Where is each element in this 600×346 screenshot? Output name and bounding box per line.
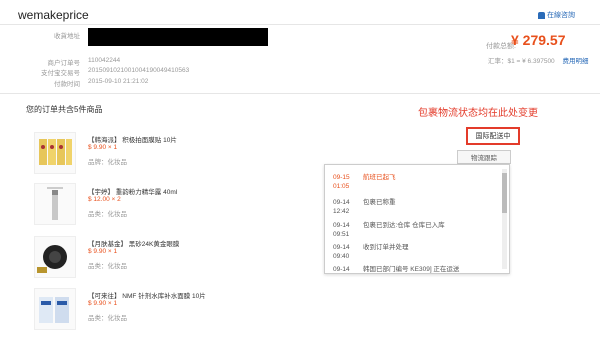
product-image-eye-mask[interactable] [34, 236, 76, 278]
chat-label[interactable]: 在線咨詢 [547, 10, 575, 20]
tracking-date: 09-14 [333, 266, 350, 273]
merchant-no-label: 商户订单号 [47, 60, 81, 67]
app-logo: wemakeprice [18, 8, 89, 22]
pay-time-value: 2015-09-10 21:21:02 [88, 78, 149, 85]
product-name[interactable]: 【月肤基金】 黑砂24K黄金眼膜 [88, 238, 179, 248]
tracking-date: 09-14 [333, 199, 350, 206]
tracking-time: 09:51 [333, 231, 350, 238]
tracking-popup[interactable]: 09-15 01:05 航班已起飞 09-14 12:42 包裹已称重 09-14 0… [324, 164, 510, 274]
tracking-time: 09:40 [333, 253, 350, 260]
product-category: 品类：化妆品 [88, 211, 127, 218]
info-row-alipay-no: 支付宝交易号 2015091021001004190049410563 [40, 67, 280, 77]
product-image-mask[interactable] [34, 132, 76, 174]
tracking-entry: 09-14 09:51 包裹已到达:仓库 仓库已入库 [333, 221, 445, 239]
redacted-address-block [88, 28, 268, 46]
pay-time-label: 付款时间 [54, 81, 80, 88]
product-category: 品牌：化妆品 [88, 159, 127, 166]
product-price: $ 9.90 × 1 [88, 144, 118, 151]
tracking-entry: 09-14 韩国已部门编号 KE309] 正在运送 [333, 265, 460, 273]
payment-total-amount: ¥ 279.57 [511, 32, 566, 48]
tracking-desc: 航班已起飞 [363, 174, 396, 181]
product-name[interactable]: 【韩海派】 积极拍面膜贴 10片 [88, 134, 177, 144]
product-category: 品类：化妆品 [88, 263, 127, 270]
product-image-serum[interactable] [34, 183, 76, 225]
online-chat-link[interactable]: 在線咨詢 [538, 10, 575, 20]
tracking-desc: 包裹已到达:仓库 仓库已入库 [363, 222, 445, 229]
tracking-button[interactable]: 物流跟踪 [457, 150, 511, 164]
product-image-sheet-mask[interactable] [34, 288, 76, 330]
exchange-rate: 汇率：$1 = ¥ 6.397500 费用明细 [488, 55, 588, 65]
tracking-time: 01:05 [333, 183, 350, 190]
tracking-desc: 收到订单并处理 [363, 244, 409, 251]
merchant-no-value: 110042244 [88, 57, 121, 64]
annotation-note: 包裹物流状态均在此处变更 [418, 108, 538, 119]
shipping-status-badge: 国际配送中 [466, 127, 520, 145]
tracking-time: 12:42 [333, 208, 350, 215]
alipay-no-label: 支付宝交易号 [41, 70, 80, 77]
product-category: 品类：化妆品 [88, 315, 127, 322]
exchange-rate-text: 汇率：$1 = ¥ 6.397500 [488, 58, 555, 65]
product-name[interactable]: 【宇婷】 重韵粉力精华露 40ml [88, 186, 177, 196]
person-icon [538, 11, 545, 19]
tracking-date: 09-14 [333, 244, 350, 251]
section-divider [0, 93, 600, 94]
header-divider [0, 24, 600, 25]
tracking-date: 09-15 [333, 174, 350, 181]
fee-detail-link[interactable]: 费用明细 [562, 58, 588, 65]
product-price: $ 9.90 × 1 [88, 248, 118, 255]
product-price: $ 12.00 × 2 [88, 196, 121, 203]
tracking-desc: 韩国已部门编号 KE309] 正在运送 [363, 266, 460, 273]
product-name[interactable]: 【可来往】 NMF 针剂水库补水面膜 10片 [88, 290, 206, 300]
address-label: 收貨地址 [54, 33, 80, 40]
info-row-pay-time: 付款时间 2015-09-10 21:21:02 [40, 78, 280, 88]
tracking-entry: 09-14 09:40 收到订单并处理 [333, 243, 409, 261]
popup-scrollbar-thumb[interactable] [502, 173, 507, 213]
info-row-merchant-no: 商户订单号 110042244 [40, 57, 280, 67]
product-price: $ 9.90 × 1 [88, 300, 118, 307]
order-title: 您的订单共含5件商品 [26, 105, 103, 114]
tracking-desc: 包裹已称重 [363, 199, 396, 206]
tracking-date: 09-14 [333, 222, 350, 229]
tracking-entry: 09-14 12:42 包裹已称重 [333, 198, 396, 216]
alipay-no-value: 2015091021001004190049410563 [88, 67, 190, 74]
tracking-entry: 09-15 01:05 航班已起飞 [333, 173, 396, 191]
